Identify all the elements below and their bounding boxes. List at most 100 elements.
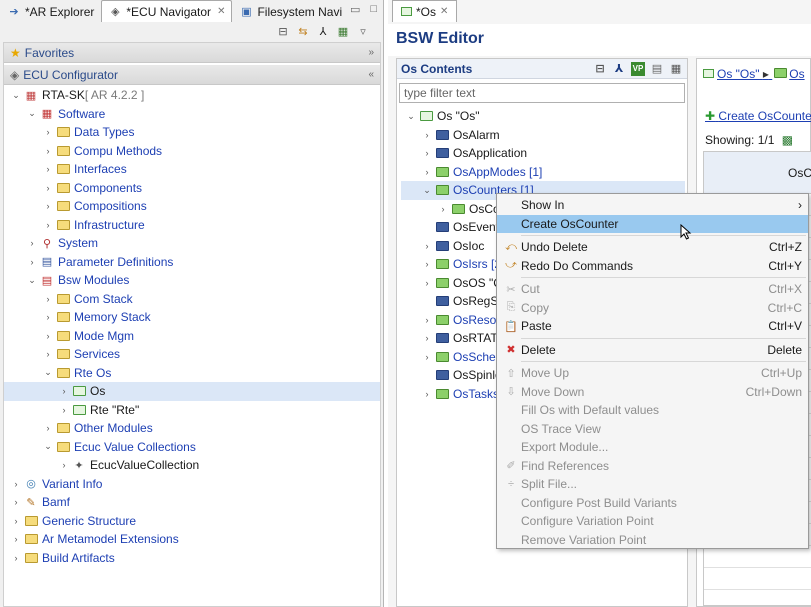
chevron-down-icon[interactable]: ⌄ [26,108,38,119]
tree-item[interactable]: › Interfaces [4,160,380,179]
tree-item[interactable]: › Rte "Rte" [4,401,380,420]
tree-item[interactable]: › ◎ Variant Info [4,475,380,494]
chevron-right-icon[interactable]: › [10,553,22,563]
tab-ecu-navigator[interactable]: ◈ *ECU Navigator ✕ [101,0,233,22]
tree-item[interactable]: › ✎ Bamf [4,493,380,512]
tree-item[interactable]: › ▤ Parameter Definitions [4,253,380,272]
chevron-down-icon[interactable]: ⌄ [42,441,54,452]
menu-item[interactable]: Create OsCounter [497,214,808,233]
chevron-right-icon[interactable]: › [421,315,433,325]
tree-item[interactable]: ⌄ ▦ Software [4,105,380,124]
chevron-right-icon[interactable]: › [58,405,70,415]
chevron-right-icon[interactable]: › [42,220,54,230]
favorites-section-header[interactable]: ★ Favorites » [4,43,380,63]
chevron-right-icon[interactable]: › [421,352,433,362]
expand-icon[interactable]: » [368,47,374,58]
excel-icon[interactable]: ▩ [782,133,793,147]
tree-item[interactable]: ⌄ ▦ RTA-SK [ AR 4.2.2 ] [4,86,380,105]
menu-item[interactable]: ⤺ Undo Delete Ctrl+Z [497,238,808,257]
chevron-right-icon[interactable]: › [421,130,433,140]
chevron-down-icon[interactable]: ⌄ [10,90,22,101]
tree-item[interactable]: › ✦ EcucValueCollection [4,456,380,475]
tab-ar-explorer[interactable]: ➔ *AR Explorer [0,0,101,22]
chevron-down-icon[interactable]: ⌄ [42,367,54,378]
tree-item[interactable]: › OsApplication [401,144,685,163]
ecu-configurator-section-header[interactable]: ◈ ECU Configurator « [4,65,380,85]
chevron-right-icon[interactable]: › [42,423,54,433]
chevron-down-icon[interactable]: ⌄ [405,111,417,122]
tree-item[interactable]: › Infrastructure [4,216,380,235]
chevron-right-icon[interactable]: › [421,259,433,269]
create-counter-link[interactable]: ✚ Create OsCounte [705,109,811,123]
tree-item[interactable]: ⌄ Os "Os" [401,107,685,126]
tree-item[interactable]: › Compu Methods [4,142,380,161]
menu-item[interactable]: ✖ Delete Delete [497,341,808,360]
chevron-right-icon[interactable]: › [10,534,22,544]
tree-item[interactable]: › Build Artifacts [4,549,380,568]
chevron-right-icon[interactable]: › [26,257,38,267]
column-header[interactable]: OsC [704,152,811,194]
chevron-right-icon[interactable]: › [58,386,70,396]
chevron-down-icon[interactable]: ⌄ [421,185,433,196]
close-tab-icon[interactable]: ✕ [217,6,225,17]
tree-item[interactable]: ⌄ Ecuc Value Collections [4,438,380,457]
chevron-right-icon[interactable]: › [421,167,433,177]
chevron-right-icon[interactable]: › [42,331,54,341]
chevron-right-icon[interactable]: › [26,238,38,248]
tree-item[interactable]: › Ar Metamodel Extensions [4,530,380,549]
table-row[interactable] [704,568,811,590]
chevron-right-icon[interactable]: › [42,146,54,156]
tree-item[interactable]: › Components [4,179,380,198]
breadcrumb-item[interactable]: Os "Os" [717,67,760,81]
chevron-right-icon[interactable]: › [421,389,433,399]
view-menu-icon[interactable]: ▦ [336,25,350,39]
chevron-down-icon[interactable]: ⌄ [26,275,38,286]
tree-item[interactable]: › Services [4,345,380,364]
tree-item[interactable]: › Compositions [4,197,380,216]
tree-item[interactable]: › ⚲ System [4,234,380,253]
collapse-all-icon[interactable]: ⊟ [276,25,290,39]
filter-icon[interactable]: ⅄ [316,25,330,39]
link-editor-icon[interactable]: ⇆ [296,25,310,39]
chevron-right-icon[interactable]: › [421,148,433,158]
close-tab-icon[interactable]: ✕ [440,6,448,17]
tree-item[interactable]: ⌄ Rte Os [4,364,380,383]
tree-item[interactable]: › OsAppModes [1] [401,163,685,182]
chevron-right-icon[interactable]: › [421,278,433,288]
chevron-right-icon[interactable]: › [42,183,54,193]
chevron-right-icon[interactable]: › [42,349,54,359]
chevron-right-icon[interactable]: › [10,497,22,507]
chevron-right-icon[interactable]: › [42,312,54,322]
table-row[interactable] [704,546,811,568]
chevron-right-icon[interactable]: › [10,479,22,489]
tree-item[interactable]: › Mode Mgm [4,327,380,346]
tree-item[interactable]: › Generic Structure [4,512,380,531]
document-icon[interactable]: ▤ [650,62,664,76]
chevron-right-icon[interactable]: › [421,241,433,251]
chevron-right-icon[interactable]: › [10,516,22,526]
chevron-right-icon[interactable]: › [42,201,54,211]
filter-icon[interactable]: ⅄ [612,62,626,76]
tree-item[interactable]: › Os [4,382,380,401]
breadcrumb-item[interactable]: Os [789,67,804,81]
chevron-down-icon[interactable]: ▿ [356,25,370,39]
chevron-right-icon[interactable]: › [421,333,433,343]
vp-icon[interactable]: VP [631,61,645,76]
menu-item[interactable]: ⤻ Redo Do Commands Ctrl+Y [497,257,808,276]
breadcrumb[interactable]: Os "Os" ▸ Os [703,67,805,81]
chevron-right-icon[interactable]: › [42,127,54,137]
grid-icon[interactable]: ▦ [669,62,683,76]
chevron-right-icon[interactable]: › [42,294,54,304]
chevron-right-icon[interactable]: › [42,164,54,174]
tree-item[interactable]: › Data Types [4,123,380,142]
collapse-icon[interactable]: « [368,69,374,80]
collapse-all-icon[interactable]: ⊟ [593,62,607,76]
tree-item[interactable]: › OsAlarm [401,126,685,145]
minimize-icon[interactable]: ▭ [350,3,360,16]
chevron-right-icon[interactable]: › [58,460,70,470]
tree-item[interactable]: ⌄ ▤ Bsw Modules [4,271,380,290]
filter-input[interactable]: type filter text [399,83,685,103]
tab-filesystem-navigator[interactable]: ▣ Filesystem Navi [232,0,349,22]
menu-item[interactable]: Show In › [497,196,808,215]
menu-item[interactable]: 📋 Paste Ctrl+V [497,317,808,336]
